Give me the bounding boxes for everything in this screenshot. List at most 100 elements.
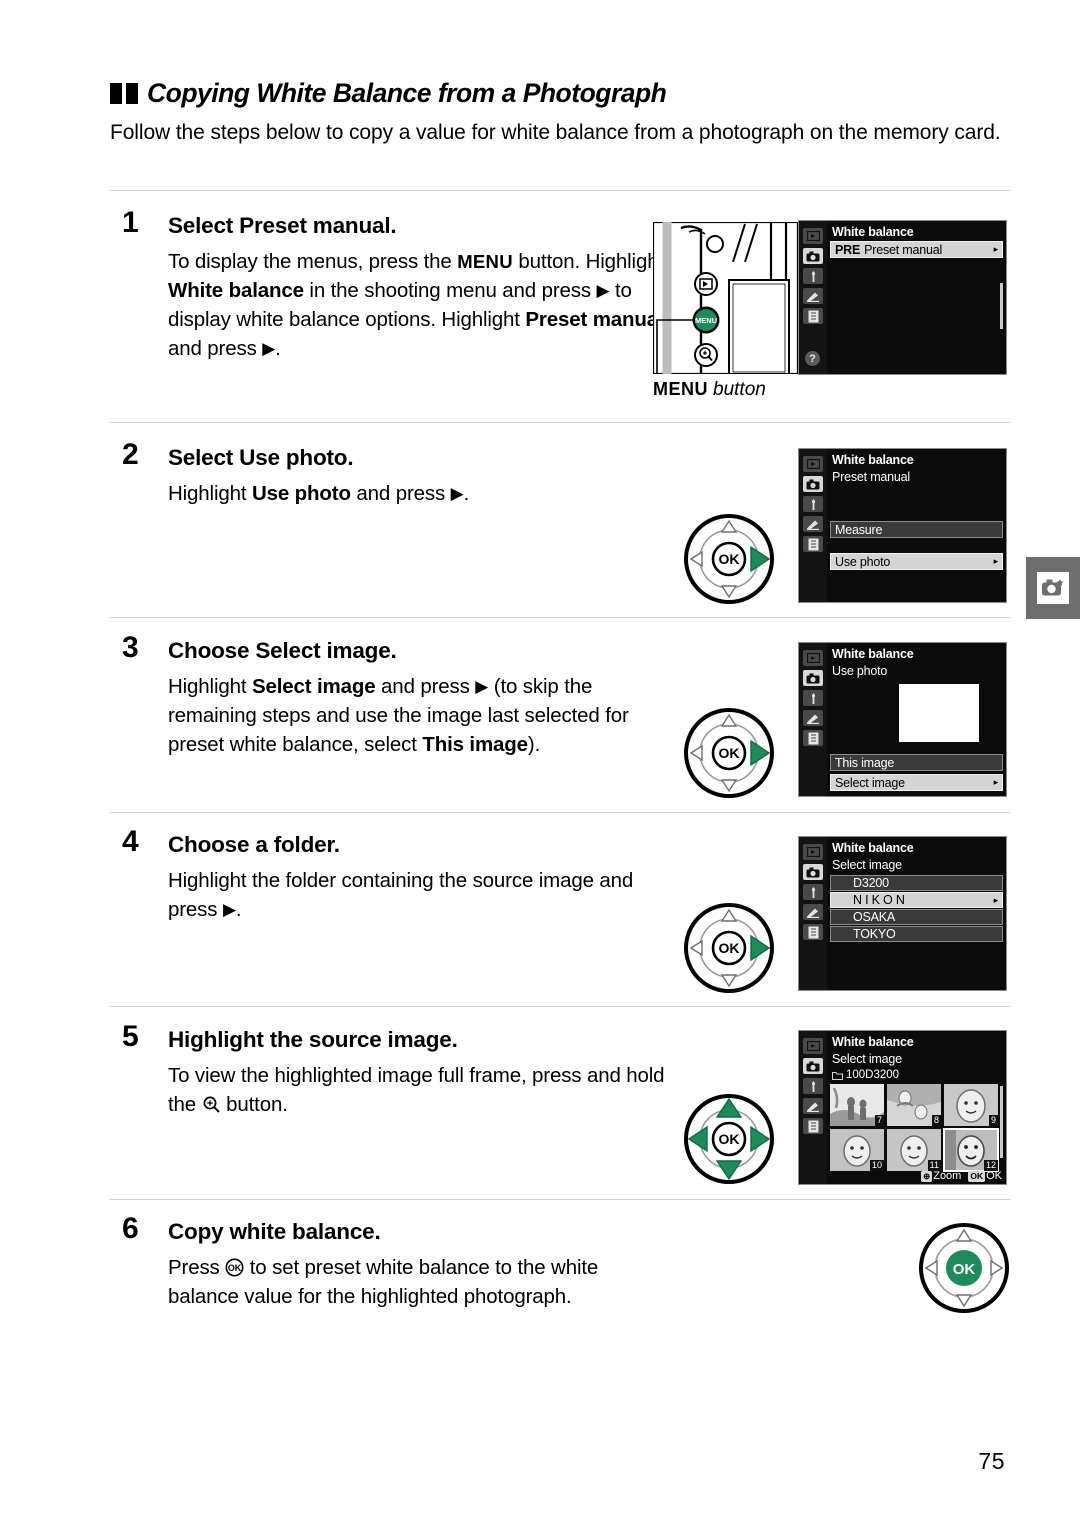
folder-label: D3200 <box>853 876 889 890</box>
step-body: Highlight Select image and press ▶ (to s… <box>168 675 629 757</box>
menu-row-use-photo[interactable]: Use photo ▸ <box>830 553 1003 570</box>
step-body: Highlight Use photo and press ▶. <box>168 482 470 505</box>
recent-settings-menu-icon[interactable] <box>803 1118 823 1134</box>
thumbnail-item[interactable]: 11 <box>887 1129 941 1171</box>
menu-row-this-image[interactable]: This image <box>830 754 1003 771</box>
heading-marker-icon <box>110 83 138 104</box>
folder-row-tokyo[interactable]: TOKYO <box>830 926 1003 942</box>
step-body: To display the menus, press the MENU but… <box>168 250 665 361</box>
recent-settings-menu-icon[interactable] <box>803 308 823 324</box>
playback-menu-icon[interactable] <box>803 228 823 244</box>
menu-row-select-image[interactable]: Select image ▸ <box>830 774 1003 791</box>
menu-button-label: MENU <box>653 379 708 399</box>
chevron-right-icon: ▸ <box>993 777 999 787</box>
thumbnail-item[interactable]: 8 <box>887 1084 941 1126</box>
menu-row-measure[interactable]: Measure <box>830 521 1003 538</box>
page-number: 75 <box>978 1448 1005 1474</box>
intro-paragraph: Follow the steps below to copy a value f… <box>110 121 1001 144</box>
thumbnail-item[interactable]: 10 <box>830 1129 884 1171</box>
lcd-sidebar <box>799 837 827 990</box>
lcd-title: White balance <box>832 841 914 855</box>
ok-button-icon: OK <box>225 1258 244 1277</box>
playback-menu-icon[interactable] <box>803 650 823 666</box>
step-5: 5 Highlight the source image. To view th… <box>110 1020 670 1119</box>
shooting-menu-icon[interactable] <box>803 864 823 880</box>
setup-menu-icon[interactable] <box>803 496 823 512</box>
step-title: Copy white balance. <box>168 1219 381 1244</box>
folder-row-osaka[interactable]: OSAKA <box>830 909 1003 925</box>
thumbnail-item-selected[interactable]: 12 <box>943 1128 999 1172</box>
svg-text:OK: OK <box>719 745 740 761</box>
shooting-menu-icon[interactable] <box>803 248 823 264</box>
svg-text:OK: OK <box>228 1263 242 1273</box>
setup-menu-icon[interactable] <box>803 268 823 284</box>
svg-text:OK: OK <box>719 551 740 567</box>
folder-row-nikon[interactable]: N I K O N ▸ <box>830 892 1003 908</box>
menu-button-caption-text: button <box>713 379 766 400</box>
lcd-screen-use-photo: White balance Use photo This image Selec… <box>798 642 1007 797</box>
chevron-right-icon: ▸ <box>993 894 999 905</box>
folder-label: TOKYO <box>853 927 896 941</box>
step-body: To view the highlighted image full frame… <box>168 1064 665 1117</box>
page-title: Copying White Balance from a Photograph <box>147 78 667 108</box>
setup-menu-icon[interactable] <box>803 690 823 706</box>
lcd-title: White balance <box>832 453 914 467</box>
menu-row-label: Use photo <box>835 554 891 569</box>
step-body: Press OK to set preset white balance to … <box>168 1256 599 1309</box>
shooting-menu-icon[interactable] <box>803 670 823 686</box>
playback-menu-icon[interactable] <box>803 844 823 860</box>
menu-row-label: Select image <box>835 775 905 790</box>
lcd-title: White balance <box>832 647 914 661</box>
menu-row-preset-manual[interactable]: PRE Preset manual ▸ <box>830 241 1003 258</box>
multi-selector-ok[interactable]: OK <box>918 1222 1010 1314</box>
lcd-subtitle: Preset manual <box>832 470 910 484</box>
preset-badge: PRE <box>835 242 861 257</box>
retouch-menu-icon[interactable] <box>803 904 823 920</box>
ok-key-icon: OK <box>968 1170 986 1182</box>
lcd-screen-folder-list: White balance Select image D3200 N I K O… <box>798 836 1007 991</box>
camera-illustration: MENU <box>652 221 799 375</box>
retouch-menu-icon[interactable] <box>803 516 823 532</box>
step-number: 2 <box>122 438 139 471</box>
chevron-right-icon: ▸ <box>993 244 999 254</box>
multi-selector-right[interactable]: OK <box>683 902 775 994</box>
retouch-menu-icon[interactable] <box>803 710 823 726</box>
recent-settings-menu-icon[interactable] <box>803 730 823 746</box>
svg-text:OK: OK <box>953 1261 976 1278</box>
step-3: 3 Choose Select image. Highlight Select … <box>110 631 670 759</box>
scrollbar[interactable] <box>1000 1086 1003 1158</box>
current-folder: 100D3200 <box>832 1069 899 1081</box>
zoom-hint-label: Zoom <box>933 1170 962 1182</box>
setup-menu-icon[interactable] <box>803 884 823 900</box>
manual-page: Copying White Balance from a Photograph … <box>0 0 1080 1529</box>
step-title: Choose Select image. <box>168 638 397 663</box>
multi-selector-all-directions[interactable]: OK <box>683 1093 775 1185</box>
divider <box>110 617 1010 618</box>
step-title: Highlight the source image. <box>168 1027 458 1052</box>
thumbnail-item[interactable]: 9 <box>944 1084 998 1126</box>
folder-label: N I K O N <box>853 893 905 907</box>
playback-menu-icon[interactable] <box>803 1038 823 1054</box>
folder-row-d3200[interactable]: D3200 <box>830 875 1003 891</box>
ok-hint: OK OK <box>968 1170 1002 1182</box>
scrollbar[interactable] <box>1000 283 1003 329</box>
section-heading: Copying White Balance from a Photograph <box>110 78 810 109</box>
lcd-screen-preset-manual: White balance Preset manual Measure Use … <box>798 448 1007 603</box>
folder-icon <box>832 1071 843 1080</box>
thumbnail-number: 7 <box>874 1115 884 1126</box>
help-icon[interactable]: ? <box>805 351 820 366</box>
playback-menu-icon[interactable] <box>803 456 823 472</box>
multi-selector-right[interactable]: OK <box>683 707 775 799</box>
step-2: 2 Select Use photo. Highlight Use photo … <box>110 438 670 508</box>
shooting-menu-icon[interactable] <box>803 476 823 492</box>
retouch-menu-icon[interactable] <box>803 288 823 304</box>
multi-selector-right[interactable]: OK <box>683 513 775 605</box>
lcd-sidebar <box>799 1031 827 1184</box>
retouch-menu-icon[interactable] <box>803 1098 823 1114</box>
thumbnail-item[interactable]: 7 <box>830 1084 884 1126</box>
svg-text:OK: OK <box>719 940 740 956</box>
shooting-menu-icon[interactable] <box>803 1058 823 1074</box>
recent-settings-menu-icon[interactable] <box>803 536 823 552</box>
recent-settings-menu-icon[interactable] <box>803 924 823 940</box>
setup-menu-icon[interactable] <box>803 1078 823 1094</box>
